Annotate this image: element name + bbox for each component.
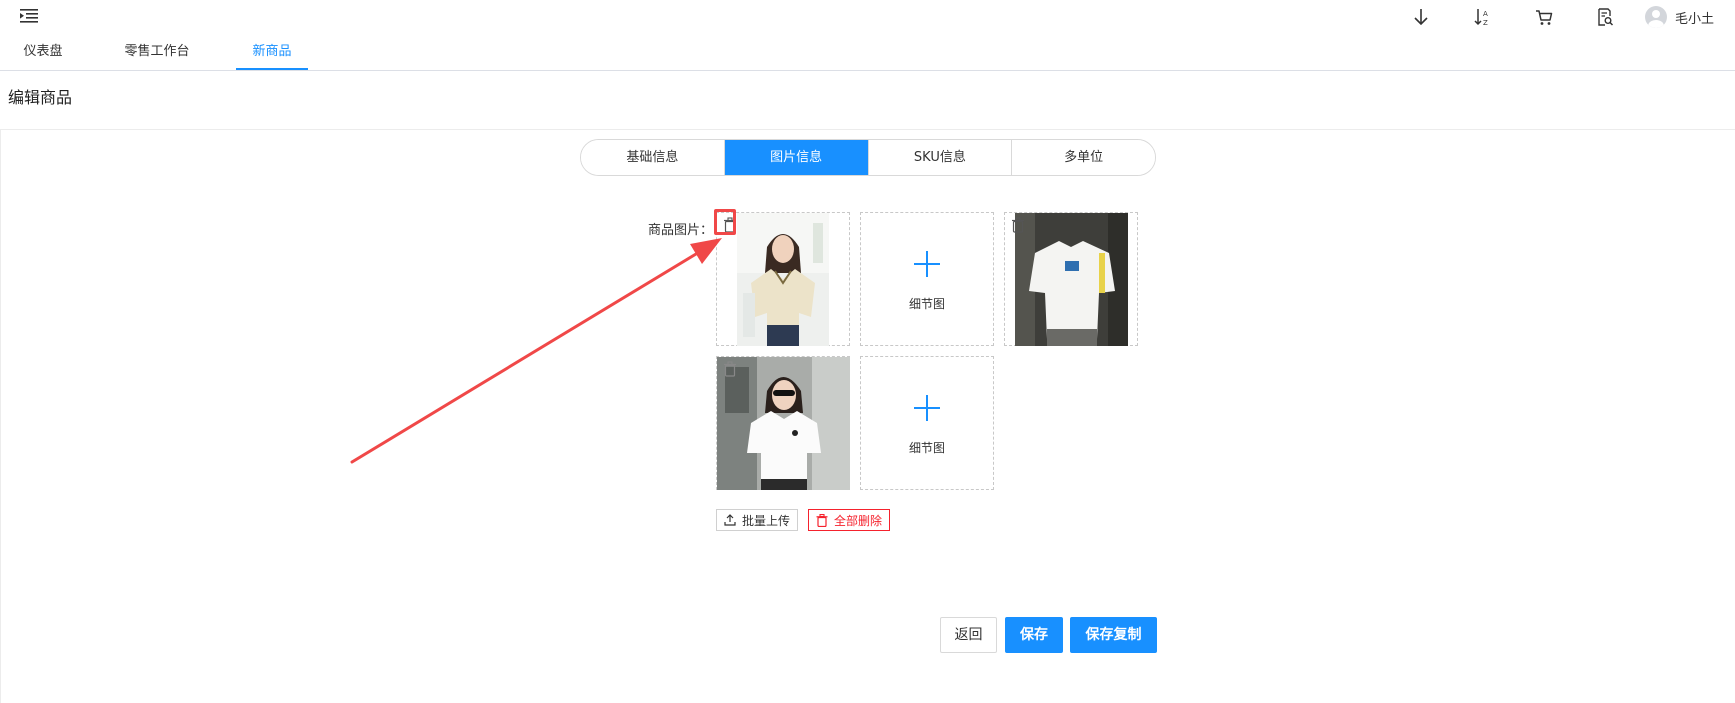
section-tabs: 基础信息 图片信息 SKU信息 多单位 bbox=[580, 139, 1156, 176]
divider bbox=[0, 129, 1735, 130]
add-detail-image-button[interactable]: 细节图 bbox=[860, 212, 994, 346]
batch-upload-label: 批量上传 bbox=[742, 513, 791, 528]
page-title: 编辑商品 bbox=[8, 88, 73, 107]
divider bbox=[0, 130, 1, 703]
tab-sku-info[interactable]: SKU信息 bbox=[868, 140, 1013, 175]
avatar bbox=[1645, 6, 1667, 28]
tab-multi-unit[interactable]: 多单位 bbox=[1012, 140, 1155, 175]
delete-all-label: 全部删除 bbox=[834, 513, 883, 528]
delete-image-icon[interactable] bbox=[723, 361, 737, 377]
add-detail-label: 细节图 bbox=[908, 441, 945, 455]
tab-retail-workbench[interactable]: 零售工作台 bbox=[118, 34, 196, 70]
top-bar: A Z 毛小土 bbox=[0, 0, 1735, 34]
plus-icon bbox=[914, 251, 940, 277]
user-menu[interactable]: 毛小土 bbox=[1645, 6, 1714, 28]
tab-new-product[interactable]: 新商品 bbox=[236, 34, 308, 70]
download-icon[interactable] bbox=[1411, 7, 1431, 27]
svg-text:A: A bbox=[1483, 10, 1488, 18]
product-images-label: 商品图片： bbox=[648, 223, 714, 238]
cart-icon[interactable] bbox=[1534, 7, 1554, 27]
tab-dashboard[interactable]: 仪表盘 bbox=[14, 34, 72, 70]
tab-image-info[interactable]: 图片信息 bbox=[724, 140, 869, 175]
svg-text:Z: Z bbox=[1483, 19, 1488, 27]
back-button[interactable]: 返回 bbox=[940, 617, 997, 653]
user-name: 毛小土 bbox=[1675, 11, 1715, 27]
product-photo[interactable] bbox=[737, 213, 829, 346]
add-detail-label: 细节图 bbox=[908, 297, 945, 311]
delete-image-icon[interactable] bbox=[1011, 217, 1025, 233]
image-slot bbox=[716, 212, 850, 346]
trash-icon bbox=[816, 513, 828, 527]
sort-az-icon[interactable]: A Z bbox=[1472, 7, 1492, 27]
tab-basic-info[interactable]: 基础信息 bbox=[581, 140, 725, 175]
image-slot bbox=[716, 356, 850, 490]
annotation-arrow bbox=[350, 238, 722, 464]
product-photo[interactable] bbox=[1015, 213, 1128, 346]
add-detail-image-button[interactable]: 细节图 bbox=[860, 356, 994, 490]
tab-bar: 仪表盘 零售工作台 新商品 bbox=[0, 34, 1735, 71]
document-search-icon[interactable] bbox=[1595, 7, 1615, 27]
plus-icon bbox=[914, 395, 940, 421]
annotation-highlight-box bbox=[714, 209, 736, 235]
image-slot bbox=[1004, 212, 1138, 346]
upload-icon bbox=[724, 514, 736, 526]
delete-all-button[interactable]: 全部删除 bbox=[808, 509, 891, 531]
save-copy-button[interactable]: 保存复制 bbox=[1070, 617, 1157, 653]
batch-upload-button[interactable]: 批量上传 bbox=[716, 509, 799, 531]
menu-fold-icon[interactable] bbox=[20, 8, 38, 24]
save-button[interactable]: 保存 bbox=[1005, 617, 1063, 653]
